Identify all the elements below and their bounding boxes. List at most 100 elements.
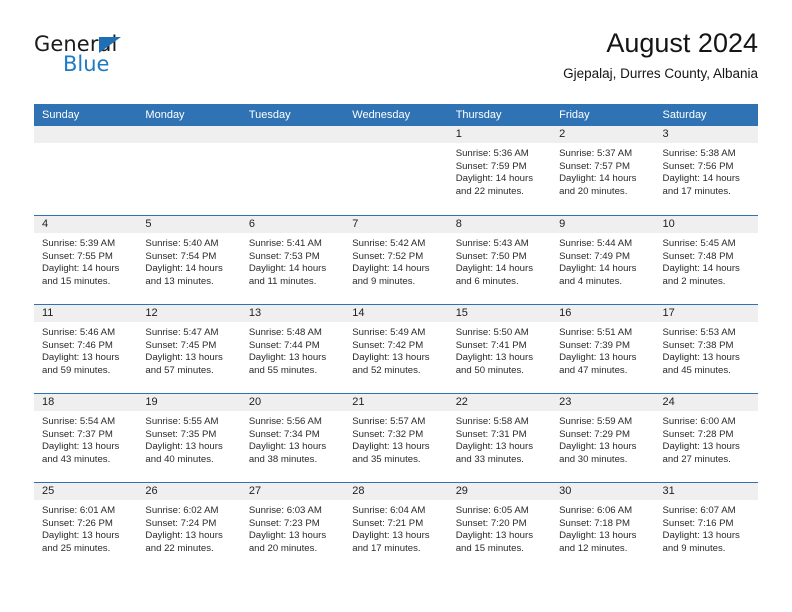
triangle-icon [99,37,121,53]
day-cell[interactable]: 4 Sunrise: 5:39 AM Sunset: 7:55 PM Daylight… [34,216,138,304]
sunrise-time: Sunrise: 6:03 AM [248,505,322,516]
day-cell-empty [240,126,345,215]
day-details: Sunrise: 6:07 AM Sunset: 7:16 PM Daylight:… [655,500,758,555]
day-details: Sunrise: 6:05 AM Sunset: 7:20 PM Daylight:… [448,500,551,555]
day-cell[interactable]: 20 Sunrise: 5:56 AM Sunset: 7:34 PM Dayligh… [240,394,345,482]
sunrise-time: Sunrise: 5:58 AM [455,416,529,427]
day-cell[interactable]: 22 Sunrise: 5:58 AM Sunset: 7:31 PM Dayligh… [447,394,552,482]
daylight-duration-line1: Daylight: 13 hours [455,530,534,542]
day-cell[interactable]: 14 Sunrise: 5:49 AM Sunset: 7:42 PM Dayligh… [344,305,448,393]
day-details: Sunrise: 5:41 AM Sunset: 7:53 PM Daylight:… [241,233,344,288]
day-cell[interactable]: 15 Sunrise: 5:50 AM Sunset: 7:41 PM Dayligh… [447,305,552,393]
daylight-duration-line1: Daylight: 13 hours [248,352,327,364]
day-cell[interactable]: 10 Sunrise: 5:45 AM Sunset: 7:48 PM Dayligh… [654,216,758,304]
page-title: August 2024 [606,28,758,58]
sunrise-time: Sunrise: 5:50 AM [455,327,529,338]
daylight-duration-line2: and 17 minutes. [352,542,421,554]
day-cell[interactable]: 26 Sunrise: 6:02 AM Sunset: 7:24 PM Dayligh… [137,483,241,571]
sunrise-time: Sunrise: 5:40 AM [145,238,219,249]
day-cell[interactable]: 3 Sunrise: 5:38 AM Sunset: 7:56 PM Daylight… [654,126,758,215]
daylight-duration-line1: Daylight: 14 hours [662,263,740,275]
day-cell[interactable]: 25 Sunrise: 6:01 AM Sunset: 7:26 PM Dayligh… [34,483,138,571]
day-number: 2 [551,126,655,143]
day-cell[interactable]: 28 Sunrise: 6:04 AM Sunset: 7:21 PM Dayligh… [344,483,448,571]
day-cell[interactable]: 6 Sunrise: 5:41 AM Sunset: 7:53 PM Daylight… [240,216,345,304]
daylight-duration-line1: Daylight: 13 hours [248,530,327,542]
day-cell[interactable]: 19 Sunrise: 5:55 AM Sunset: 7:35 PM Dayligh… [137,394,241,482]
sunset-time: Sunset: 7:38 PM [662,339,734,351]
day-cell[interactable]: 7 Sunrise: 5:42 AM Sunset: 7:52 PM Daylight… [344,216,448,304]
day-cell[interactable]: 23 Sunrise: 5:59 AM Sunset: 7:29 PM Dayligh… [551,394,655,482]
sunset-time: Sunset: 7:16 PM [662,517,734,529]
daylight-duration-line2: and 33 minutes. [455,453,524,465]
general-blue-logo[interactable]: General Blue [34,34,234,90]
sunrise-time: Sunrise: 5:57 AM [352,416,426,427]
day-cell[interactable]: 8 Sunrise: 5:43 AM Sunset: 7:50 PM Daylight… [447,216,552,304]
daylight-duration-line2: and 15 minutes. [455,542,524,554]
day-number: 18 [34,394,138,411]
daylight-duration-line1: Daylight: 13 hours [559,530,637,542]
day-cell[interactable]: 5 Sunrise: 5:40 AM Sunset: 7:54 PM Daylight… [137,216,241,304]
day-cell[interactable]: 16 Sunrise: 5:51 AM Sunset: 7:39 PM Dayligh… [551,305,655,393]
sunset-time: Sunset: 7:21 PM [352,517,424,529]
day-cell[interactable]: 31 Sunrise: 6:07 AM Sunset: 7:16 PM Dayligh… [654,483,758,571]
day-cell[interactable]: 1 Sunrise: 5:36 AM Sunset: 7:59 PM Daylight… [447,126,552,215]
daylight-duration-line2: and 6 minutes. [455,275,519,287]
logo-word-blue: Blue [63,52,110,76]
day-cell[interactable]: 18 Sunrise: 5:54 AM Sunset: 7:37 PM Dayligh… [34,394,138,482]
day-cell[interactable]: 27 Sunrise: 6:03 AM Sunset: 7:23 PM Dayligh… [240,483,345,571]
sunset-time: Sunset: 7:48 PM [662,250,734,262]
day-cell[interactable]: 12 Sunrise: 5:47 AM Sunset: 7:45 PM Dayligh… [137,305,241,393]
day-cell[interactable]: 2 Sunrise: 5:37 AM Sunset: 7:57 PM Daylight… [551,126,655,215]
day-details: Sunrise: 5:37 AM Sunset: 7:57 PM Daylight:… [551,143,654,198]
day-number: 14 [344,305,448,322]
sunset-time: Sunset: 7:46 PM [42,339,113,351]
day-cell[interactable]: 30 Sunrise: 6:06 AM Sunset: 7:18 PM Dayligh… [551,483,655,571]
day-number: 1 [447,126,552,143]
day-cell[interactable]: 17 Sunrise: 5:53 AM Sunset: 7:38 PM Dayligh… [654,305,758,393]
daylight-duration-line2: and 9 minutes. [662,542,726,554]
daylight-duration-line2: and 50 minutes. [455,364,524,376]
day-cell[interactable]: 29 Sunrise: 6:05 AM Sunset: 7:20 PM Dayligh… [447,483,552,571]
sunrise-time: Sunrise: 5:41 AM [248,238,322,249]
day-details: Sunrise: 6:00 AM Sunset: 7:28 PM Daylight:… [655,411,758,466]
daylight-duration-line1: Daylight: 13 hours [42,441,120,453]
day-details: Sunrise: 5:49 AM Sunset: 7:42 PM Daylight:… [344,322,447,377]
day-details: Sunrise: 5:36 AM Sunset: 7:59 PM Daylight:… [448,143,551,198]
day-number: 29 [447,483,552,500]
sunset-time: Sunset: 7:54 PM [145,250,217,262]
day-number: 11 [34,305,138,322]
weekday-monday: Monday [145,109,185,121]
daylight-duration-line1: Daylight: 13 hours [248,441,327,453]
daylight-duration-line2: and 59 minutes. [42,364,111,376]
sunrise-time: Sunrise: 6:05 AM [455,505,529,516]
day-details: Sunrise: 5:55 AM Sunset: 7:35 PM Daylight:… [137,411,240,466]
day-number [344,126,448,143]
sunset-time: Sunset: 7:55 PM [42,250,113,262]
sunrise-time: Sunrise: 6:07 AM [662,505,736,516]
day-cell[interactable]: 21 Sunrise: 5:57 AM Sunset: 7:32 PM Dayligh… [344,394,448,482]
sunrise-time: Sunrise: 6:06 AM [559,505,633,516]
daylight-duration-line1: Daylight: 14 hours [559,173,637,185]
day-details: Sunrise: 6:02 AM Sunset: 7:24 PM Daylight:… [137,500,240,555]
sunset-time: Sunset: 7:59 PM [455,160,527,172]
page-header: General Blue August 2024 Gjepalaj, Durre… [34,28,758,98]
weekday-friday: Friday [559,109,590,121]
daylight-duration-line2: and 40 minutes. [145,453,214,465]
day-cell[interactable]: 24 Sunrise: 6:00 AM Sunset: 7:28 PM Dayligh… [654,394,758,482]
day-number: 25 [34,483,138,500]
day-details: Sunrise: 5:39 AM Sunset: 7:55 PM Daylight:… [34,233,137,288]
sunrise-time: Sunrise: 6:01 AM [42,505,116,516]
sunrise-time: Sunrise: 5:47 AM [145,327,219,338]
daylight-duration-line2: and 4 minutes. [559,275,623,287]
sunset-time: Sunset: 7:32 PM [352,428,424,440]
sunset-time: Sunset: 7:57 PM [559,160,631,172]
day-cell[interactable]: 13 Sunrise: 5:48 AM Sunset: 7:44 PM Dayligh… [240,305,345,393]
day-cell[interactable]: 11 Sunrise: 5:46 AM Sunset: 7:46 PM Dayligh… [34,305,138,393]
sunrise-time: Sunrise: 5:42 AM [352,238,426,249]
sunset-time: Sunset: 7:29 PM [559,428,631,440]
daylight-duration-line2: and 20 minutes. [248,542,318,554]
daylight-duration-line1: Daylight: 14 hours [145,263,223,275]
day-cell[interactable]: 9 Sunrise: 5:44 AM Sunset: 7:49 PM Daylight… [551,216,655,304]
week-row: 25 Sunrise: 6:01 AM Sunset: 7:26 PM Dayligh… [34,482,758,571]
